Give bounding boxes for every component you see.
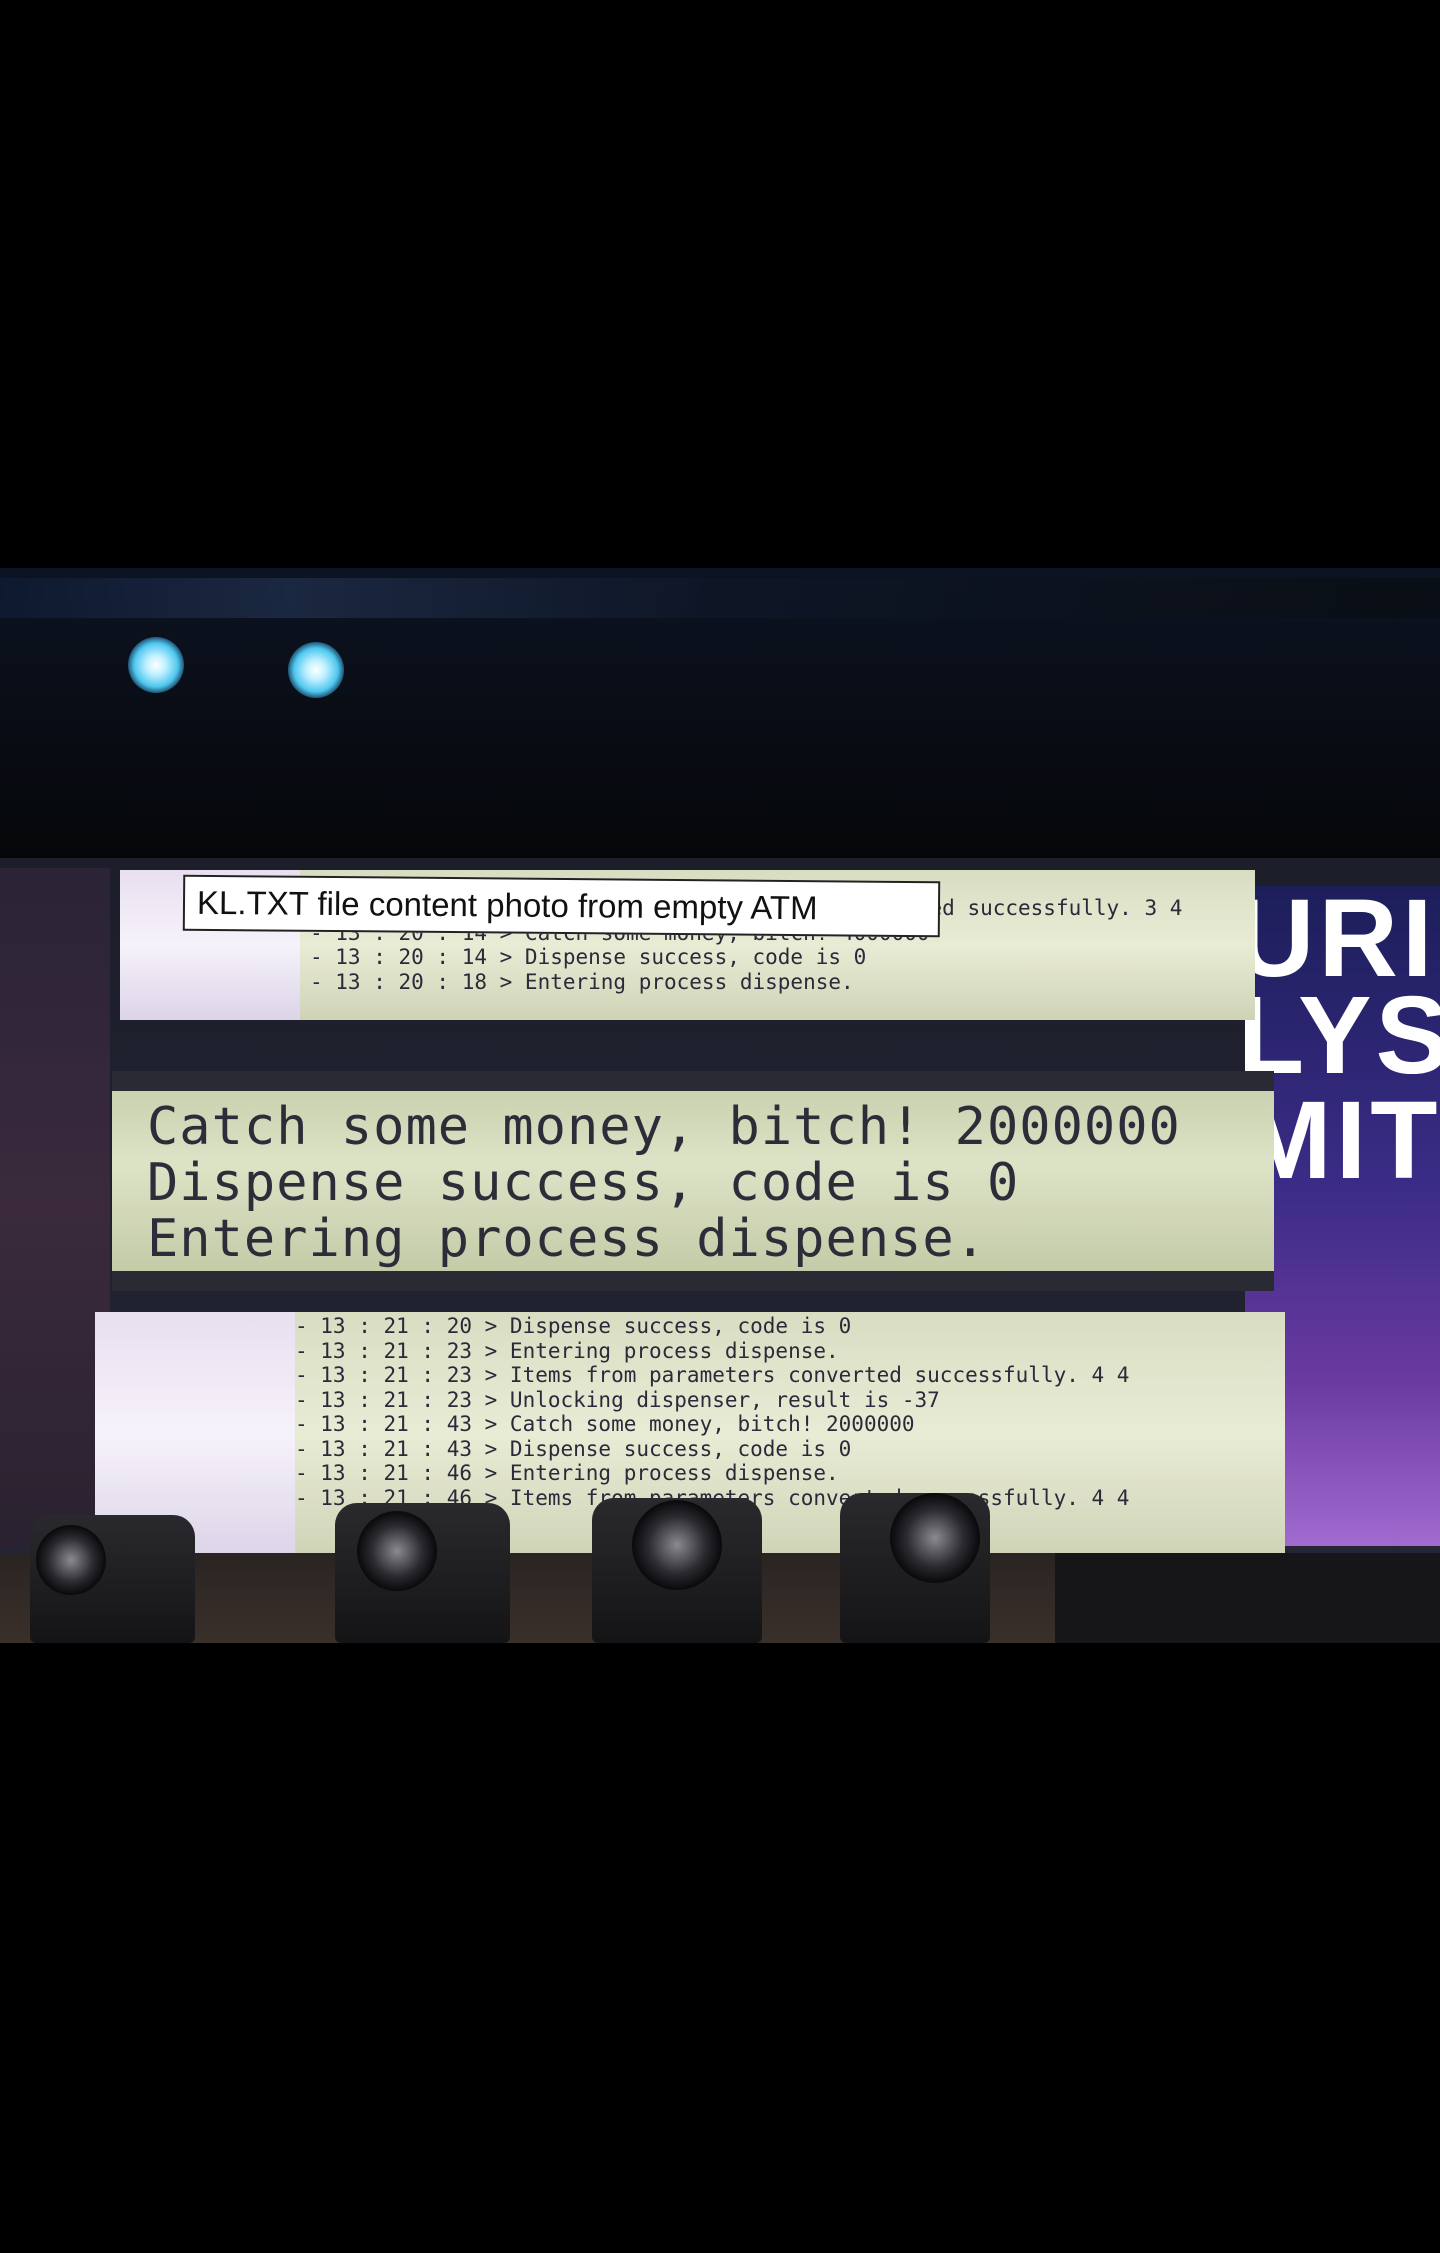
log-line: - 13 : 21 : 23 > Items from parameters c… — [295, 1363, 1130, 1387]
log-lines: - 13 : 21 : 20 > Dispense success, code … — [295, 1314, 1285, 1510]
log-line: - 13 : 21 : 23 > Entering process dispen… — [295, 1338, 839, 1363]
top-letterbox — [0, 0, 1440, 568]
light-lens — [36, 1525, 106, 1595]
stage-speaker — [1055, 1553, 1440, 1643]
light-lens — [632, 1500, 722, 1590]
banner-line: LYS — [1245, 974, 1440, 1097]
zoom-line: Dispense success, code is 0 — [147, 1153, 1020, 1213]
stage-moving-light — [335, 1503, 510, 1643]
banner-line: MIT — [1245, 1079, 1440, 1202]
log-line: - 13 : 21 : 46 > Entering process dispen… — [295, 1461, 839, 1485]
zoom-lines: Catch some money, bitch! 2000000 Dispens… — [112, 1099, 1181, 1267]
stage-moving-light — [30, 1515, 195, 1643]
log-line: - 13 : 21 : 23 > Unlocking dispenser, re… — [295, 1387, 940, 1412]
zoom-line: Catch some money, bitch! 2000000 — [147, 1097, 1181, 1157]
log-line: - 13 : 21 : 43 > Dispense success, code … — [295, 1436, 852, 1461]
log-line: - 13 : 21 : 43 > Catch some money, bitch… — [295, 1412, 915, 1436]
log-line: - 13 : 20 : 18 > Entering process dispen… — [310, 969, 854, 994]
log-line: - 13 : 21 : 20 > Dispense success, code … — [295, 1314, 852, 1338]
ceiling-spotlight — [288, 642, 344, 698]
log-zoom-highlight: Catch some money, bitch! 2000000 Dispens… — [112, 1071, 1274, 1291]
left-side-panel — [0, 868, 110, 1548]
ceiling-spotlight — [128, 637, 184, 693]
light-lens — [357, 1511, 437, 1591]
stage-photo: URI LYS MIT erted successfully. 3 4 - 13… — [0, 568, 1440, 1643]
ceiling-beam — [0, 578, 1440, 618]
zoom-line: Entering process dispense. — [147, 1209, 987, 1269]
ceiling — [0, 568, 1440, 858]
stage-moving-light — [840, 1493, 990, 1643]
light-lens — [890, 1493, 980, 1583]
log-line: - 13 : 20 : 14 > Dispense success, code … — [310, 945, 867, 969]
bottom-letterbox — [0, 1643, 1440, 2253]
stage-moving-light — [592, 1498, 762, 1643]
photo-caption: KL.TXT file content photo from empty ATM — [182, 874, 941, 938]
